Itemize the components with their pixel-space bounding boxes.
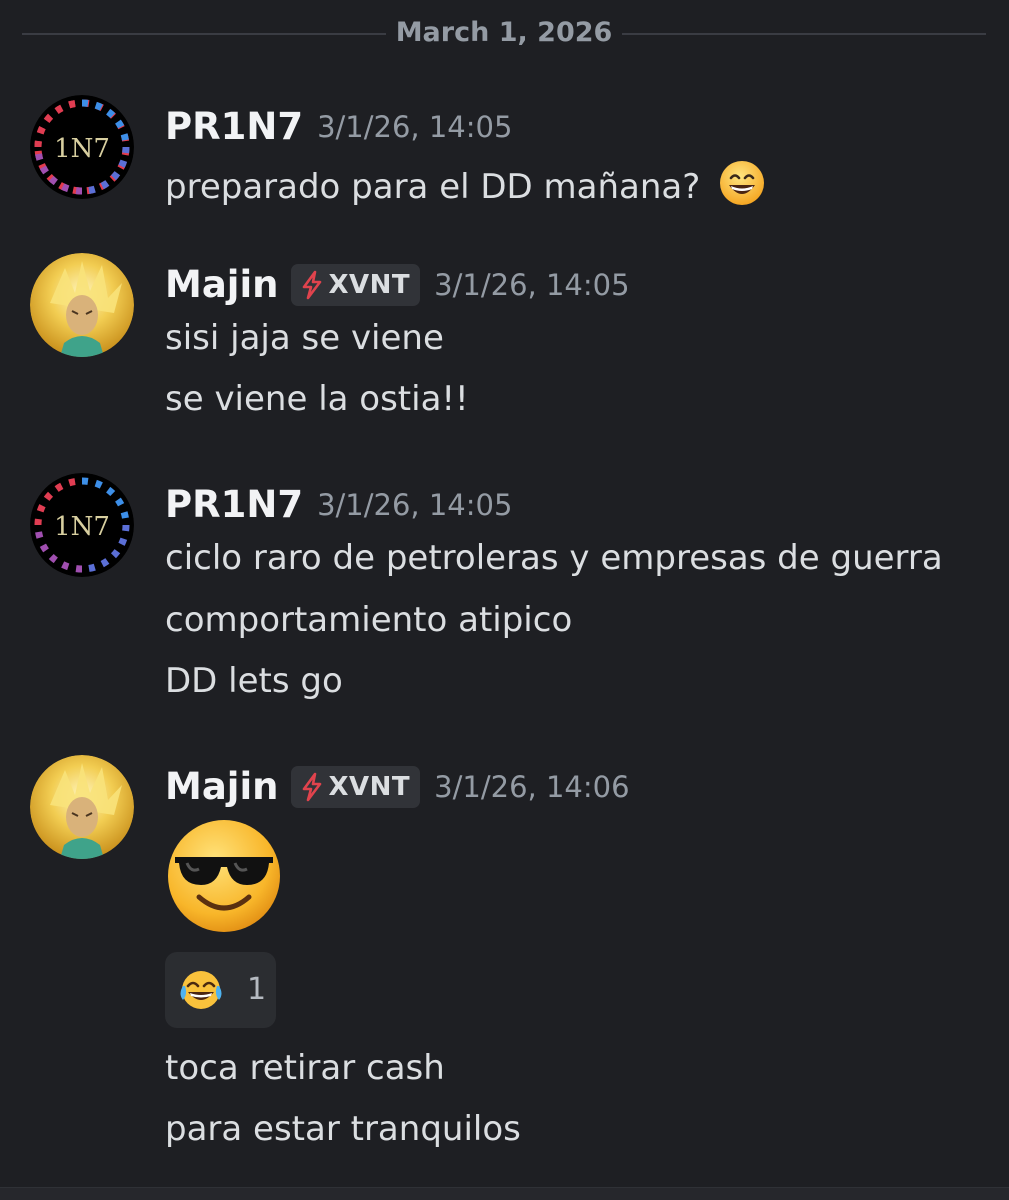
- avatar-label: 1N7: [54, 134, 110, 164]
- timestamp: 3/1/26, 14:05: [434, 268, 630, 302]
- tears-of-joy-emoji: [179, 968, 223, 1016]
- message-text: preparado para el DD mañana?: [165, 167, 701, 207]
- sunglasses-face-emoji: [165, 817, 283, 939]
- server-tag-label: XVNT: [328, 270, 411, 300]
- message-header: Majin XVNT 3/1/26, 14:06: [165, 765, 630, 809]
- date-divider-label: March 1, 2026: [395, 17, 613, 48]
- reaction-button[interactable]: 1: [165, 952, 276, 1028]
- message-header: PR1N7 3/1/26, 14:05: [165, 105, 512, 149]
- message-line: DD lets go: [165, 661, 343, 701]
- avatar[interactable]: 1N7: [30, 95, 134, 199]
- lightning-bolt-icon: [302, 772, 321, 802]
- message-line: sisi jaja se viene: [165, 318, 444, 358]
- date-divider: March 1, 2026: [0, 0, 1009, 70]
- lightning-bolt-icon: [302, 270, 321, 300]
- divider-line-left: [22, 33, 386, 35]
- server-tag-label: XVNT: [328, 772, 411, 802]
- message-header: Majin XVNT 3/1/26, 14:05: [165, 263, 630, 307]
- grinning-face-emoji: [719, 160, 765, 217]
- message-line: comportamiento atipico: [165, 600, 573, 640]
- divider-line-right: [622, 33, 986, 35]
- server-tag[interactable]: XVNT: [290, 766, 421, 808]
- timestamp: 3/1/26, 14:05: [317, 488, 513, 522]
- message-header: PR1N7 3/1/26, 14:05: [165, 483, 512, 527]
- reaction-count: 1: [247, 972, 267, 1007]
- message-line: para estar tranquilos: [165, 1109, 521, 1149]
- username[interactable]: Majin: [165, 765, 279, 809]
- message-line: ciclo raro de petroleras y empresas de g…: [165, 538, 943, 578]
- timestamp: 3/1/26, 14:06: [434, 770, 630, 804]
- username[interactable]: PR1N7: [165, 105, 303, 149]
- message-line: toca retirar cash: [165, 1048, 445, 1088]
- composer-edge: [0, 1187, 1009, 1200]
- timestamp: 3/1/26, 14:05: [317, 110, 513, 144]
- message-line: preparado para el DD mañana?: [165, 160, 765, 217]
- avatar-label: 1N7: [54, 512, 110, 542]
- avatar[interactable]: 1N7: [30, 473, 134, 577]
- username[interactable]: Majin: [165, 263, 279, 307]
- username[interactable]: PR1N7: [165, 483, 303, 527]
- avatar[interactable]: [30, 755, 134, 859]
- message-line: se viene la ostia!!: [165, 379, 469, 419]
- avatar[interactable]: [30, 253, 134, 357]
- chat-view: March 1, 2026 1N7 PR1N7 3/1/26, 14:05 pr…: [0, 0, 1009, 1200]
- server-tag[interactable]: XVNT: [290, 264, 421, 306]
